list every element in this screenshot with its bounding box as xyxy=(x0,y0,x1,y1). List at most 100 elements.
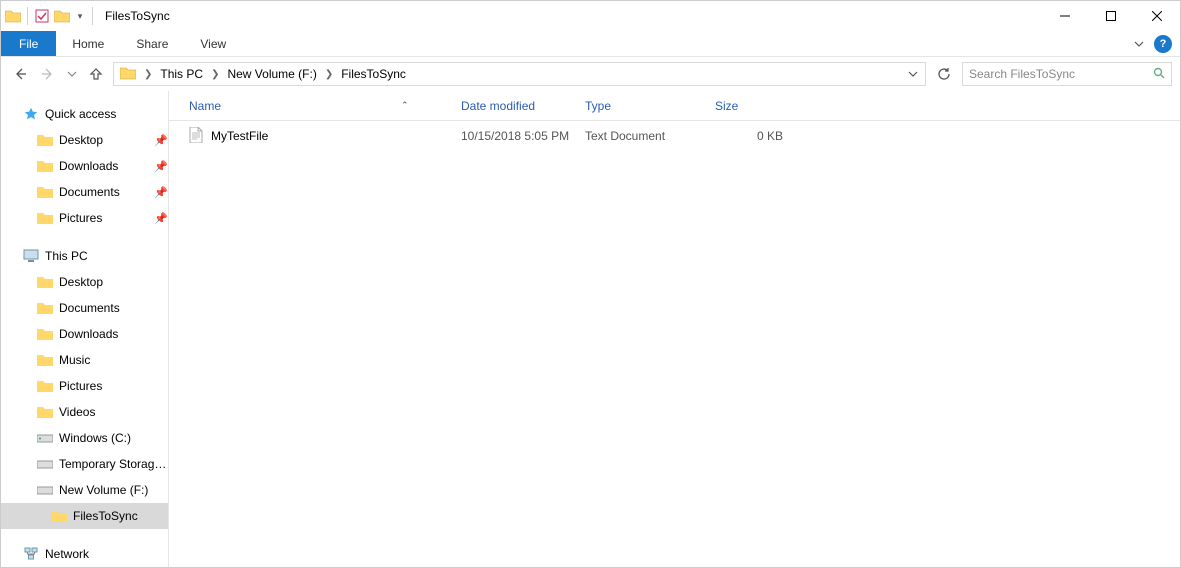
file-row[interactable]: MyTestFile 10/15/2018 5:05 PM Text Docum… xyxy=(169,121,1180,151)
sidebar-item-label: Documents xyxy=(59,301,168,315)
sidebar-item-temp-storage[interactable]: Temporary Storage ( xyxy=(1,451,168,477)
column-size[interactable]: Size xyxy=(715,91,789,120)
text-file-icon xyxy=(189,127,203,146)
sidebar-item-desktop[interactable]: Desktop xyxy=(1,269,168,295)
breadcrumb[interactable]: This PC xyxy=(156,63,207,85)
sidebar-item-label: Pictures xyxy=(59,211,148,225)
column-label: Date modified xyxy=(461,99,535,113)
sidebar-item-pictures[interactable]: Pictures 📌 xyxy=(1,205,168,231)
chevron-right-icon[interactable]: ❯ xyxy=(321,69,337,80)
search-input[interactable] xyxy=(969,67,1149,81)
sidebar-item-documents[interactable]: Documents 📌 xyxy=(1,179,168,205)
sidebar-item-label: Downloads xyxy=(59,159,148,173)
qat-dropdown-icon[interactable]: ▾ xyxy=(74,8,86,24)
quick-access-toolbar: ▾ xyxy=(1,7,99,25)
sidebar-item-pictures[interactable]: Pictures xyxy=(1,373,168,399)
sidebar-item-downloads[interactable]: Downloads xyxy=(1,321,168,347)
explorer-window: ▾ FilesToSync File Home Share View ? xyxy=(0,0,1181,568)
sidebar-item-label: FilesToSync xyxy=(73,509,168,523)
close-button[interactable] xyxy=(1134,1,1180,31)
pin-icon: 📌 xyxy=(154,134,168,147)
separator xyxy=(27,7,28,25)
column-date[interactable]: Date modified xyxy=(461,91,585,120)
navigation-bar: ❯ This PC ❯ New Volume (F:) ❯ FilesToSyn… xyxy=(1,57,1180,91)
tab-file[interactable]: File xyxy=(1,31,56,56)
tab-view[interactable]: View xyxy=(184,31,242,56)
drive-icon xyxy=(37,430,53,446)
folder-icon xyxy=(37,378,53,394)
folder-icon xyxy=(5,8,21,24)
sidebar-item-downloads[interactable]: Downloads 📌 xyxy=(1,153,168,179)
sidebar-item-label: New Volume (F:) xyxy=(59,483,168,497)
ribbon-expand-icon[interactable] xyxy=(1124,31,1154,56)
pin-icon: 📌 xyxy=(154,186,168,199)
column-type[interactable]: Type xyxy=(585,91,715,120)
titlebar: ▾ FilesToSync xyxy=(1,1,1180,31)
navigation-pane: Quick access Desktop 📌 Downloads 📌 Docum… xyxy=(1,91,169,567)
minimize-button[interactable] xyxy=(1042,1,1088,31)
file-name: MyTestFile xyxy=(211,129,268,143)
folder-icon xyxy=(37,132,53,148)
sidebar-item-this-pc[interactable]: This PC xyxy=(1,243,168,269)
tab-home[interactable]: Home xyxy=(56,31,120,56)
pin-icon: 📌 xyxy=(154,160,168,173)
sidebar-item-label: Documents xyxy=(59,185,148,199)
sidebar-item-quick-access[interactable]: Quick access xyxy=(1,101,168,127)
file-type: Text Document xyxy=(585,129,715,143)
body: Quick access Desktop 📌 Downloads 📌 Docum… xyxy=(1,91,1180,567)
file-size: 0 KB xyxy=(715,129,789,143)
folder-icon xyxy=(37,274,53,290)
maximize-button[interactable] xyxy=(1088,1,1134,31)
refresh-button[interactable] xyxy=(932,62,956,86)
folder-icon xyxy=(37,184,53,200)
chevron-right-icon[interactable]: ❯ xyxy=(207,69,223,80)
sidebar-item-label: Desktop xyxy=(59,275,168,289)
column-headers: Name⌃ Date modified Type Size xyxy=(169,91,1180,121)
drive-icon xyxy=(37,482,53,498)
help-icon[interactable]: ? xyxy=(1154,35,1172,53)
ribbon-tabs: File Home Share View ? xyxy=(1,31,1180,57)
sidebar-item-network[interactable]: Network xyxy=(1,541,168,567)
sidebar-item-label: Temporary Storage ( xyxy=(59,457,168,471)
sidebar-item-label: Pictures xyxy=(59,379,168,393)
sidebar-item-documents[interactable]: Documents xyxy=(1,295,168,321)
column-name[interactable]: Name⌃ xyxy=(189,91,461,120)
folder-icon xyxy=(37,300,53,316)
sidebar-item-drive-c[interactable]: Windows (C:) xyxy=(1,425,168,451)
sidebar-item-label: Quick access xyxy=(45,107,168,121)
column-label: Type xyxy=(585,99,611,113)
search-icon[interactable] xyxy=(1149,67,1165,82)
sidebar-item-label: Desktop xyxy=(59,133,148,147)
sidebar-item-label: Windows (C:) xyxy=(59,431,168,445)
folder-icon xyxy=(37,210,53,226)
window-title: FilesToSync xyxy=(105,9,170,23)
sort-indicator-icon: ⌃ xyxy=(401,100,409,111)
search-box[interactable] xyxy=(962,62,1172,86)
back-button[interactable] xyxy=(9,63,31,85)
separator xyxy=(92,7,93,25)
forward-button[interactable] xyxy=(37,63,59,85)
recent-dropdown-icon[interactable] xyxy=(65,63,79,85)
breadcrumb[interactable]: New Volume (F:) xyxy=(223,63,320,85)
up-button[interactable] xyxy=(85,63,107,85)
sidebar-item-music[interactable]: Music xyxy=(1,347,168,373)
address-bar[interactable]: ❯ This PC ❯ New Volume (F:) ❯ FilesToSyn… xyxy=(113,62,926,86)
sidebar-item-videos[interactable]: Videos xyxy=(1,399,168,425)
folder-icon xyxy=(37,404,53,420)
address-dropdown-icon[interactable] xyxy=(903,69,923,79)
sidebar-item-desktop[interactable]: Desktop 📌 xyxy=(1,127,168,153)
column-label: Size xyxy=(715,99,738,113)
pc-icon xyxy=(23,248,39,264)
tab-share[interactable]: Share xyxy=(120,31,184,56)
file-name-cell: MyTestFile xyxy=(189,127,461,146)
folder-icon xyxy=(51,508,67,524)
folder-icon xyxy=(37,352,53,368)
folder-icon[interactable] xyxy=(54,8,70,24)
drive-icon xyxy=(37,456,53,472)
chevron-right-icon[interactable]: ❯ xyxy=(140,69,156,80)
sidebar-item-drive-f[interactable]: New Volume (F:) xyxy=(1,477,168,503)
sidebar-item-filestosync[interactable]: FilesToSync xyxy=(1,503,168,529)
properties-icon[interactable] xyxy=(34,8,50,24)
network-icon xyxy=(23,546,39,562)
breadcrumb[interactable]: FilesToSync xyxy=(337,63,410,85)
